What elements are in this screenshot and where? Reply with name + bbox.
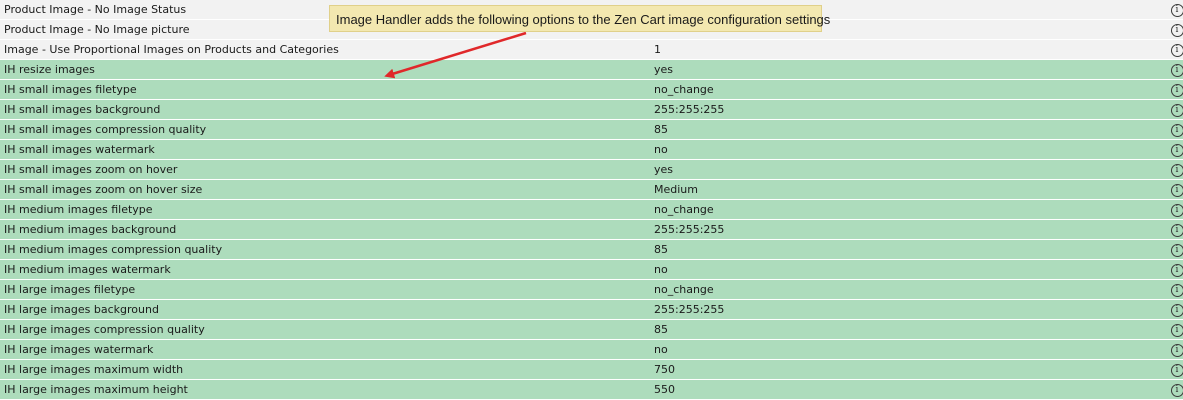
config-title: IH medium images compression quality: [0, 239, 650, 260]
config-row[interactable]: IH large images filetype no_change i: [0, 279, 1183, 300]
config-value: 1: [650, 39, 1159, 60]
config-value: 255:255:255: [650, 99, 1159, 120]
config-title: IH medium images background: [0, 219, 650, 240]
config-row[interactable]: IH small images filetype no_change i: [0, 79, 1183, 100]
config-info-cell: i: [1159, 299, 1183, 320]
config-title: IH small images zoom on hover size: [0, 179, 650, 200]
config-row[interactable]: IH small images zoom on hover size Medium…: [0, 179, 1183, 200]
config-value: no_change: [650, 79, 1159, 100]
config-info-cell: i: [1159, 99, 1183, 120]
config-value: no_change: [650, 199, 1159, 220]
config-row[interactable]: IH large images maximum height 550 i: [0, 379, 1183, 400]
info-circle-icon[interactable]: i: [1170, 163, 1183, 177]
config-value: no: [650, 139, 1159, 160]
info-circle-icon[interactable]: i: [1170, 123, 1183, 137]
config-info-cell: i: [1159, 59, 1183, 80]
config-row[interactable]: IH small images watermark no i: [0, 139, 1183, 160]
config-value: 750: [650, 359, 1159, 380]
config-title: Image - Use Proportional Images on Produ…: [0, 39, 650, 60]
info-circle-icon[interactable]: i: [1170, 283, 1183, 297]
config-info-cell: i: [1159, 359, 1183, 380]
config-value: Medium: [650, 179, 1159, 200]
config-value: 255:255:255: [650, 219, 1159, 240]
config-title: IH medium images filetype: [0, 199, 650, 220]
config-info-cell: i: [1159, 119, 1183, 140]
info-circle-icon[interactable]: i: [1170, 23, 1183, 37]
config-info-cell: i: [1159, 179, 1183, 200]
configuration-panel: Product Image - No Image Status i Product …: [0, 0, 1183, 400]
config-row[interactable]: Image - Use Proportional Images on Produ…: [0, 39, 1183, 60]
config-row[interactable]: IH large images maximum width 750 i: [0, 359, 1183, 380]
config-info-cell: i: [1159, 259, 1183, 280]
info-circle-icon[interactable]: i: [1170, 263, 1183, 277]
config-title: IH medium images watermark: [0, 259, 650, 280]
config-value: no: [650, 259, 1159, 280]
info-circle-icon[interactable]: i: [1170, 343, 1183, 357]
info-circle-icon[interactable]: i: [1170, 63, 1183, 77]
config-info-cell: i: [1159, 159, 1183, 180]
info-circle-icon[interactable]: i: [1170, 43, 1183, 57]
config-row[interactable]: IH large images watermark no i: [0, 339, 1183, 360]
config-info-cell: i: [1159, 199, 1183, 220]
info-circle-icon[interactable]: i: [1170, 203, 1183, 217]
info-circle-icon[interactable]: i: [1170, 243, 1183, 257]
config-info-cell: i: [1159, 79, 1183, 100]
config-title: IH large images compression quality: [0, 319, 650, 340]
config-title: IH small images watermark: [0, 139, 650, 160]
config-title: IH small images background: [0, 99, 650, 120]
info-circle-icon[interactable]: i: [1170, 183, 1183, 197]
config-title: IH large images maximum height: [0, 379, 650, 400]
config-row[interactable]: IH small images compression quality 85 i: [0, 119, 1183, 140]
config-info-cell: i: [1159, 19, 1183, 40]
config-title: IH small images zoom on hover: [0, 159, 650, 180]
configuration-table: Product Image - No Image Status i Product …: [0, 0, 1183, 400]
config-info-cell: i: [1159, 0, 1183, 20]
config-info-cell: i: [1159, 139, 1183, 160]
config-info-cell: i: [1159, 319, 1183, 340]
config-row[interactable]: IH small images background 255:255:255 i: [0, 99, 1183, 120]
config-title: IH large images maximum width: [0, 359, 650, 380]
config-title: IH large images watermark: [0, 339, 650, 360]
config-value: 85: [650, 119, 1159, 140]
info-circle-icon[interactable]: i: [1170, 383, 1183, 397]
config-value: 550: [650, 379, 1159, 400]
config-row[interactable]: IH small images zoom on hover yes i: [0, 159, 1183, 180]
config-value: yes: [650, 59, 1159, 80]
info-circle-icon[interactable]: i: [1170, 103, 1183, 117]
config-title: IH large images filetype: [0, 279, 650, 300]
info-circle-icon[interactable]: i: [1170, 303, 1183, 317]
annotation-callout: Image Handler adds the following options…: [329, 5, 830, 32]
info-circle-icon[interactable]: i: [1170, 143, 1183, 157]
config-value: yes: [650, 159, 1159, 180]
config-info-cell: i: [1159, 279, 1183, 300]
config-info-cell: i: [1159, 339, 1183, 360]
config-row[interactable]: IH large images compression quality 85 i: [0, 319, 1183, 340]
config-value: 85: [650, 319, 1159, 340]
config-value: 255:255:255: [650, 299, 1159, 320]
config-info-cell: i: [1159, 239, 1183, 260]
config-value: no_change: [650, 279, 1159, 300]
config-row[interactable]: IH medium images watermark no i: [0, 259, 1183, 280]
config-row[interactable]: IH medium images filetype no_change i: [0, 199, 1183, 220]
config-info-cell: i: [1159, 379, 1183, 400]
config-row[interactable]: IH large images background 255:255:255 i: [0, 299, 1183, 320]
info-circle-icon[interactable]: i: [1170, 323, 1183, 337]
config-title: IH large images background: [0, 299, 650, 320]
info-circle-icon[interactable]: i: [1170, 83, 1183, 97]
configuration-table-body: Product Image - No Image Status i Product …: [0, 0, 1183, 400]
config-title: IH resize images: [0, 59, 650, 80]
info-circle-icon[interactable]: i: [1170, 3, 1183, 17]
config-row[interactable]: IH medium images background 255:255:255 i: [0, 219, 1183, 240]
config-row[interactable]: IH resize images yes i: [0, 59, 1183, 80]
info-circle-icon[interactable]: i: [1170, 223, 1183, 237]
info-circle-icon[interactable]: i: [1170, 363, 1183, 377]
config-value: 85: [650, 239, 1159, 260]
config-title: IH small images filetype: [0, 79, 650, 100]
config-title: IH small images compression quality: [0, 119, 650, 140]
config-info-cell: i: [1159, 39, 1183, 60]
config-value: no: [650, 339, 1159, 360]
config-info-cell: i: [1159, 219, 1183, 240]
config-row[interactable]: IH medium images compression quality 85 i: [0, 239, 1183, 260]
